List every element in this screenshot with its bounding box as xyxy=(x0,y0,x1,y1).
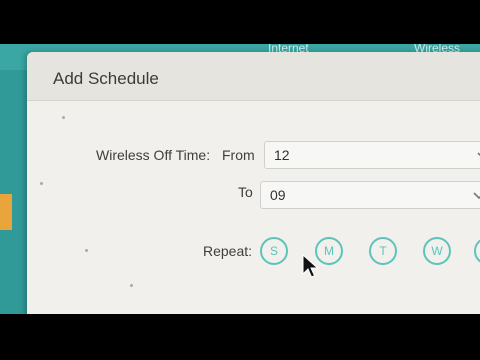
from-hour-select[interactable]: 12 xyxy=(264,141,480,169)
screen-speck xyxy=(40,182,43,185)
from-hour-value: 12 xyxy=(274,147,290,163)
day-toggle-thursday[interactable] xyxy=(474,237,480,265)
screen-speck xyxy=(130,284,133,287)
repeat-label: Repeat: xyxy=(203,243,253,259)
router-admin-screen: Internet Wireless Add Schedule Wireless … xyxy=(0,44,480,314)
to-label: To xyxy=(238,184,253,200)
mouse-cursor-icon xyxy=(302,254,319,278)
day-toggle-sunday[interactable]: S xyxy=(260,237,288,265)
chevron-down-icon xyxy=(477,152,480,157)
day-toggle-wednesday[interactable]: W xyxy=(423,237,451,265)
day-toggle-tuesday[interactable]: T xyxy=(369,237,397,265)
chevron-down-icon xyxy=(473,192,480,200)
to-hour-value: 09 xyxy=(270,187,286,203)
side-accent-tab xyxy=(0,194,12,230)
screen-speck xyxy=(85,249,88,252)
to-hour-select[interactable]: 09 xyxy=(260,181,480,209)
screen-speck xyxy=(62,116,65,119)
repeat-days: S M T W xyxy=(260,237,480,273)
dialog-header: Add Schedule xyxy=(27,52,480,101)
dialog-title: Add Schedule xyxy=(53,69,159,88)
add-schedule-dialog: Add Schedule Wireless Off Time: From 12 … xyxy=(27,52,480,314)
from-label: From xyxy=(222,147,255,163)
wireless-off-time-label: Wireless Off Time: xyxy=(96,147,211,163)
